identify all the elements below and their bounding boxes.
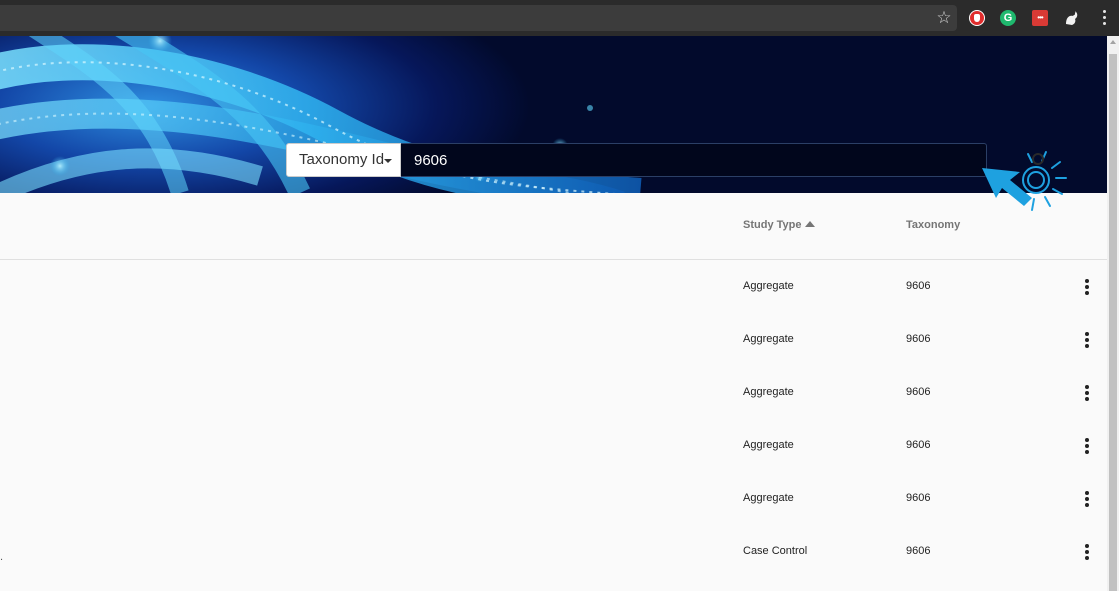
address-bar[interactable] — [0, 5, 957, 31]
study-type-cell: Aggregate — [743, 386, 794, 398]
table-row[interactable]: Aggregate 9606 — [0, 472, 1107, 525]
row-actions-menu-icon[interactable] — [1081, 491, 1093, 507]
search-input[interactable] — [401, 143, 987, 177]
results-table: Study Type Taxonomy Aggregate 9606 Aggre… — [0, 193, 1107, 578]
row-actions-menu-icon[interactable] — [1081, 544, 1093, 560]
row-actions-menu-icon[interactable] — [1081, 438, 1093, 454]
taxonomy-cell: 9606 — [906, 386, 931, 398]
caret-down-icon — [384, 159, 392, 163]
star-icon[interactable]: ☆ — [934, 8, 954, 28]
row-actions-menu-icon[interactable] — [1081, 332, 1093, 348]
search-field-dropdown[interactable]: Taxonomy Id — [286, 143, 401, 177]
browser-toolbar: ☆ — [0, 0, 1119, 36]
taxonomy-cell: 9606 — [906, 439, 931, 451]
table-row[interactable]: Aggregate 9606 — [0, 419, 1107, 472]
study-type-cell: Aggregate — [743, 280, 794, 292]
study-type-cell: Aggregate — [743, 492, 794, 504]
study-type-cell: Case Control — [743, 545, 808, 557]
table-row[interactable]: Aggregate 9606 — [0, 260, 1107, 313]
sort-ascending-icon — [805, 221, 816, 227]
study-type-cell: Aggregate — [743, 439, 794, 451]
row-actions-menu-icon[interactable] — [1081, 279, 1093, 295]
study-type-cell: Aggregate — [743, 333, 794, 345]
table-row[interactable]: Aggregate 9606 — [0, 366, 1107, 419]
page-scrollbar[interactable] — [1107, 36, 1119, 591]
hero-banner: Taxonomy Id — [0, 36, 1107, 193]
taxonomy-cell: 9606 — [906, 545, 931, 557]
ublock-extension-icon[interactable] — [969, 10, 985, 26]
taxonomy-cell: 9606 — [906, 492, 931, 504]
column-header-study-type[interactable]: Study Type — [743, 219, 816, 231]
lastpass-extension-icon[interactable] — [1032, 10, 1048, 26]
gnome-extension-icon[interactable] — [1063, 10, 1079, 26]
table-row[interactable]: Aggregate 9606 — [0, 313, 1107, 366]
taxonomy-cell: 9606 — [906, 280, 931, 292]
scrollbar-thumb[interactable] — [1109, 54, 1117, 591]
scroll-up-arrow-icon[interactable] — [1110, 40, 1116, 44]
column-header-taxonomy[interactable]: Taxonomy — [906, 219, 960, 231]
table-header: Study Type Taxonomy — [0, 193, 1107, 260]
column-header-label: Study Type — [743, 219, 802, 231]
row-actions-menu-icon[interactable] — [1081, 385, 1093, 401]
grammarly-extension-icon[interactable] — [1000, 10, 1016, 26]
table-row[interactable]: . Case Control 9606 — [0, 525, 1107, 578]
search-bar: Taxonomy Id — [286, 143, 987, 177]
chrome-menu-icon[interactable] — [1098, 9, 1110, 27]
taxonomy-cell: 9606 — [906, 333, 931, 345]
column-header-label: Taxonomy — [906, 219, 961, 231]
search-field-label: Taxonomy Id — [299, 151, 385, 168]
truncated-cell-text: . — [0, 551, 4, 563]
